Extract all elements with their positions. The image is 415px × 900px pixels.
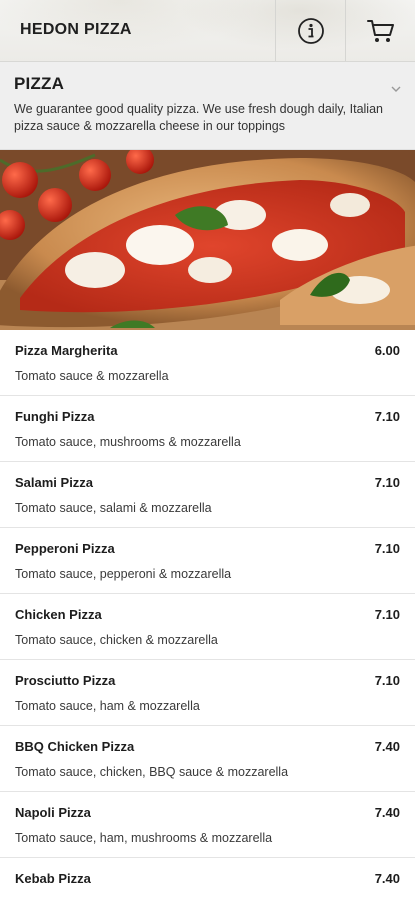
item-name: Pepperoni Pizza (15, 541, 115, 556)
item-name: Chicken Pizza (15, 607, 102, 622)
item-description: Tomato sauce, chicken, BBQ sauce & mozza… (15, 765, 289, 779)
item-price: 7.40 (374, 805, 400, 820)
item-description: Tomato sauce, ham & mozzarella (15, 699, 200, 713)
list-item[interactable]: Chicken Pizza 7.10 Tomato sauce, chicken… (0, 594, 415, 660)
item-price: 7.40 (374, 739, 400, 754)
list-item[interactable]: Prosciutto Pizza 7.10 Tomato sauce, ham … (0, 660, 415, 726)
item-name: Salami Pizza (15, 475, 94, 490)
category-title: PIZZA (14, 74, 65, 93)
menu-list: Pizza Margherita 6.00 Tomato sauce & moz… (0, 330, 415, 900)
item-price: 7.40 (374, 871, 400, 886)
info-button[interactable] (275, 0, 345, 61)
item-description: Tomato sauce, pepperoni & mozzarella (15, 567, 232, 581)
category-description: We guarantee good quality pizza. We use … (14, 102, 383, 133)
item-description: Tomato sauce, salami & mozzarella (15, 501, 212, 515)
list-item[interactable]: Funghi Pizza 7.10 Tomato sauce, mushroom… (0, 396, 415, 462)
item-name: Prosciutto Pizza (15, 673, 116, 688)
item-price: 7.10 (374, 607, 400, 622)
list-item[interactable]: Salami Pizza 7.10 Tomato sauce, salami &… (0, 462, 415, 528)
item-name: Funghi Pizza (15, 409, 95, 424)
cart-icon (366, 18, 396, 44)
info-icon (297, 17, 325, 45)
item-price: 7.10 (374, 475, 400, 490)
category-hero-image (0, 150, 415, 330)
item-description: Tomato sauce, chicken & mozzarella (15, 633, 218, 647)
item-name: Kebab Pizza (15, 871, 91, 886)
list-item[interactable]: Napoli Pizza 7.40 Tomato sauce, ham, mus… (0, 792, 415, 858)
item-name: Napoli Pizza (15, 805, 91, 820)
list-item[interactable]: Pizza Margherita 6.00 Tomato sauce & moz… (0, 330, 415, 396)
brand-title: HEDON PIZZA (20, 21, 132, 38)
chevron-down-icon[interactable] (391, 79, 401, 97)
item-name: BBQ Chicken Pizza (15, 739, 135, 754)
item-description: Tomato sauce, ham, mushrooms & mozzarell… (15, 831, 273, 845)
app-header: HEDON PIZZA (0, 0, 415, 62)
item-description: Tomato sauce, mushrooms & mozzarella (15, 435, 241, 449)
item-price: 7.10 (374, 541, 400, 556)
category-section-pizza[interactable]: PIZZA We guarantee good quality pizza. W… (0, 62, 415, 150)
item-price: 7.10 (374, 673, 400, 688)
cart-button[interactable] (345, 0, 415, 61)
list-item[interactable]: BBQ Chicken Pizza 7.40 Tomato sauce, chi… (0, 726, 415, 792)
item-name: Pizza Margherita (15, 343, 118, 358)
list-item[interactable]: Pepperoni Pizza 7.10 Tomato sauce, peppe… (0, 528, 415, 594)
item-price: 6.00 (374, 343, 400, 358)
list-item[interactable]: Kebab Pizza 7.40 (0, 858, 415, 900)
item-description: Tomato sauce & mozzarella (15, 369, 169, 383)
item-price: 7.10 (374, 409, 400, 424)
